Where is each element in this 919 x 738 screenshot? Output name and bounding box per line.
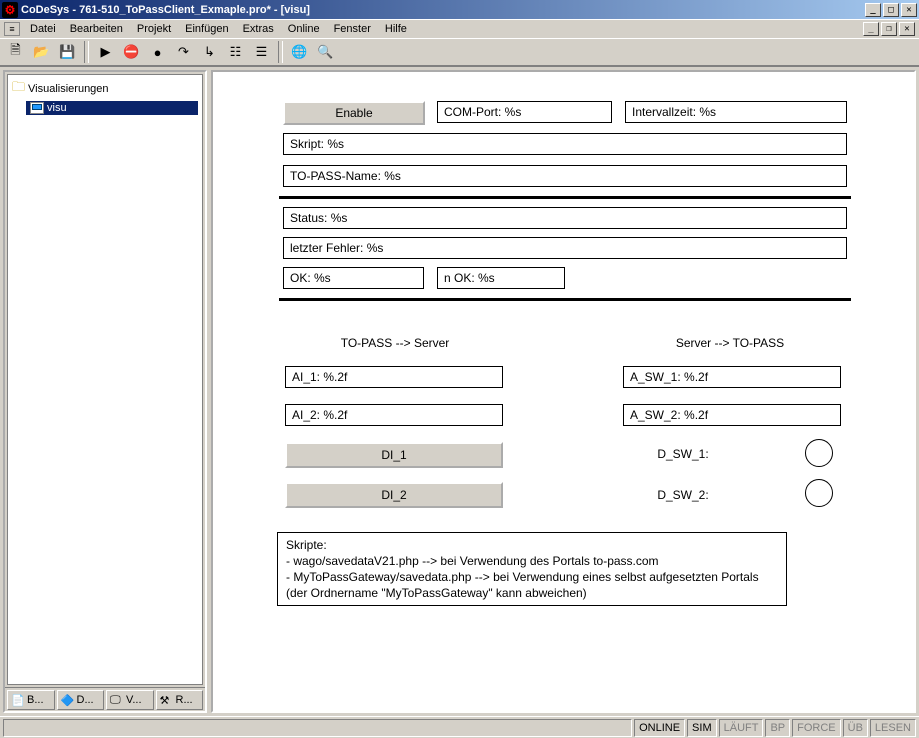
tab-resources[interactable]: ⚒R... — [156, 690, 204, 710]
dsw2-label: D_SW_2: — [623, 488, 743, 502]
asw1-field[interactable]: A_SW_1: %.2f — [623, 366, 841, 388]
topassname-field[interactable]: TO-PASS-Name: %s — [283, 165, 847, 187]
ok-field[interactable]: OK: %s — [283, 267, 424, 289]
resource-icon: ⚒ — [160, 694, 174, 706]
divider-1 — [279, 196, 851, 199]
nok-field[interactable]: n OK: %s — [437, 267, 565, 289]
tool-icon-2[interactable]: ☰ — [250, 41, 273, 63]
status-lesen: LESEN — [870, 719, 916, 737]
menu-fenster[interactable]: Fenster — [327, 21, 378, 37]
global-icon[interactable]: 🌐 — [288, 41, 311, 63]
mdi-minimize-button[interactable]: _ — [863, 22, 879, 36]
new-icon[interactable]: 🗎 — [4, 41, 27, 63]
status-online: ONLINE — [634, 719, 685, 737]
note-title: Skripte: — [286, 537, 778, 553]
tab-datatypes[interactable]: 🔷D... — [57, 690, 105, 710]
divider-2 — [279, 298, 851, 301]
step-over-icon[interactable]: ↷ — [172, 41, 195, 63]
folder-icon: 🗀 — [12, 78, 25, 100]
panel-tabs: 📄B... 🔷D... 🖵V... ⚒R... — [5, 687, 205, 711]
step-into-icon[interactable]: ↳ — [198, 41, 221, 63]
minimize-button[interactable]: _ — [865, 3, 881, 17]
toolbar: 🗎 📂 💾 ▶ ⛔ ● ↷ ↳ ☷ ☰ 🌐 🔍 — [0, 38, 919, 66]
menu-hilfe[interactable]: Hilfe — [378, 21, 414, 37]
pou-icon: 📄 — [11, 694, 25, 706]
client-area: 🗀 Visualisierungen visu 📄B... 🔷D... 🖵V..… — [0, 66, 919, 716]
app-icon: ⚙ — [2, 2, 18, 18]
di2-button[interactable]: DI_2 — [285, 482, 503, 508]
visu-tab-icon: 🖵 — [110, 694, 124, 706]
find-icon[interactable]: 🔍 — [314, 41, 337, 63]
menu-einfuegen[interactable]: Einfügen — [178, 21, 235, 37]
status-bp: BP — [765, 719, 790, 737]
menu-projekt[interactable]: Projekt — [130, 21, 178, 37]
titlebar: ⚙ CoDeSys - 761-510_ToPassClient_Exmaple… — [0, 0, 919, 19]
dsw2-indicator — [805, 479, 833, 507]
status-sim: SIM — [687, 719, 717, 737]
skripte-note: Skripte: - wago/savedataV21.php --> bei … — [277, 532, 787, 606]
project-panel: 🗀 Visualisierungen visu 📄B... 🔷D... 🖵V..… — [3, 70, 207, 713]
tree-view[interactable]: 🗀 Visualisierungen visu — [7, 74, 203, 685]
menubar: ≡ Datei Bearbeiten Projekt Einfügen Extr… — [0, 19, 919, 38]
tree-item-visu[interactable]: visu — [26, 101, 198, 115]
tree-item-label: visu — [47, 102, 67, 114]
menu-bearbeiten[interactable]: Bearbeiten — [63, 21, 130, 37]
dsw1-label: D_SW_1: — [623, 447, 743, 461]
dsw1-indicator — [805, 439, 833, 467]
run-icon[interactable]: ▶ — [94, 41, 117, 63]
asw2-field[interactable]: A_SW_2: %.2f — [623, 404, 841, 426]
mdi-restore-button[interactable]: ❐ — [881, 22, 897, 36]
status-lauft: LÄUFT — [719, 719, 764, 737]
header-left: TO-PASS --> Server — [300, 336, 490, 350]
visu-canvas: Enable COM-Port: %s Intervallzeit: %s Sk… — [215, 74, 912, 709]
note-line-2: - MyToPassGateway/savedata.php --> bei V… — [286, 569, 778, 585]
mdi-system-icon[interactable]: ≡ — [4, 22, 20, 36]
header-right: Server --> TO-PASS — [635, 336, 825, 350]
menu-datei[interactable]: Datei — [23, 21, 63, 37]
close-button[interactable]: ✕ — [901, 3, 917, 17]
note-line-1: - wago/savedataV21.php --> bei Verwendun… — [286, 553, 778, 569]
status-force: FORCE — [792, 719, 841, 737]
tab-pous[interactable]: 📄B... — [7, 690, 55, 710]
status-message — [3, 719, 632, 737]
note-line-3: (der Ordnername "MyToPassGateway" kann a… — [286, 585, 778, 601]
comport-field[interactable]: COM-Port: %s — [437, 101, 612, 123]
status-field[interactable]: Status: %s — [283, 207, 847, 229]
window-title: CoDeSys - 761-510_ToPassClient_Exmaple.p… — [21, 4, 865, 16]
enable-button[interactable]: Enable — [283, 101, 425, 125]
tool-icon-1[interactable]: ☷ — [224, 41, 247, 63]
di1-button[interactable]: DI_1 — [285, 442, 503, 468]
datatype-icon: 🔷 — [61, 694, 75, 706]
tree-root-label: Visualisierungen — [28, 83, 109, 95]
open-icon[interactable]: 📂 — [30, 41, 53, 63]
status-ub: ÜB — [843, 719, 868, 737]
breakpoint-icon[interactable]: ● — [146, 41, 169, 63]
ai2-field[interactable]: AI_2: %.2f — [285, 404, 503, 426]
visu-editor[interactable]: Enable COM-Port: %s Intervallzeit: %s Sk… — [211, 70, 916, 713]
ai1-field[interactable]: AI_1: %.2f — [285, 366, 503, 388]
statusbar: ONLINE SIM LÄUFT BP FORCE ÜB LESEN — [0, 716, 919, 738]
tree-root[interactable]: 🗀 Visualisierungen — [8, 77, 202, 101]
skript-field[interactable]: Skript: %s — [283, 133, 847, 155]
stop-icon[interactable]: ⛔ — [120, 41, 143, 63]
menu-extras[interactable]: Extras — [236, 21, 281, 37]
maximize-button[interactable]: □ — [883, 3, 899, 17]
intervall-field[interactable]: Intervallzeit: %s — [625, 101, 847, 123]
menu-online[interactable]: Online — [281, 21, 327, 37]
mdi-close-button[interactable]: ✕ — [899, 22, 915, 36]
save-icon[interactable]: 💾 — [56, 41, 79, 63]
window-buttons: _ □ ✕ — [865, 3, 917, 17]
tab-visualisations[interactable]: 🖵V... — [106, 690, 154, 710]
letzterfehler-field[interactable]: letzter Fehler: %s — [283, 237, 847, 259]
visu-icon — [30, 102, 44, 114]
